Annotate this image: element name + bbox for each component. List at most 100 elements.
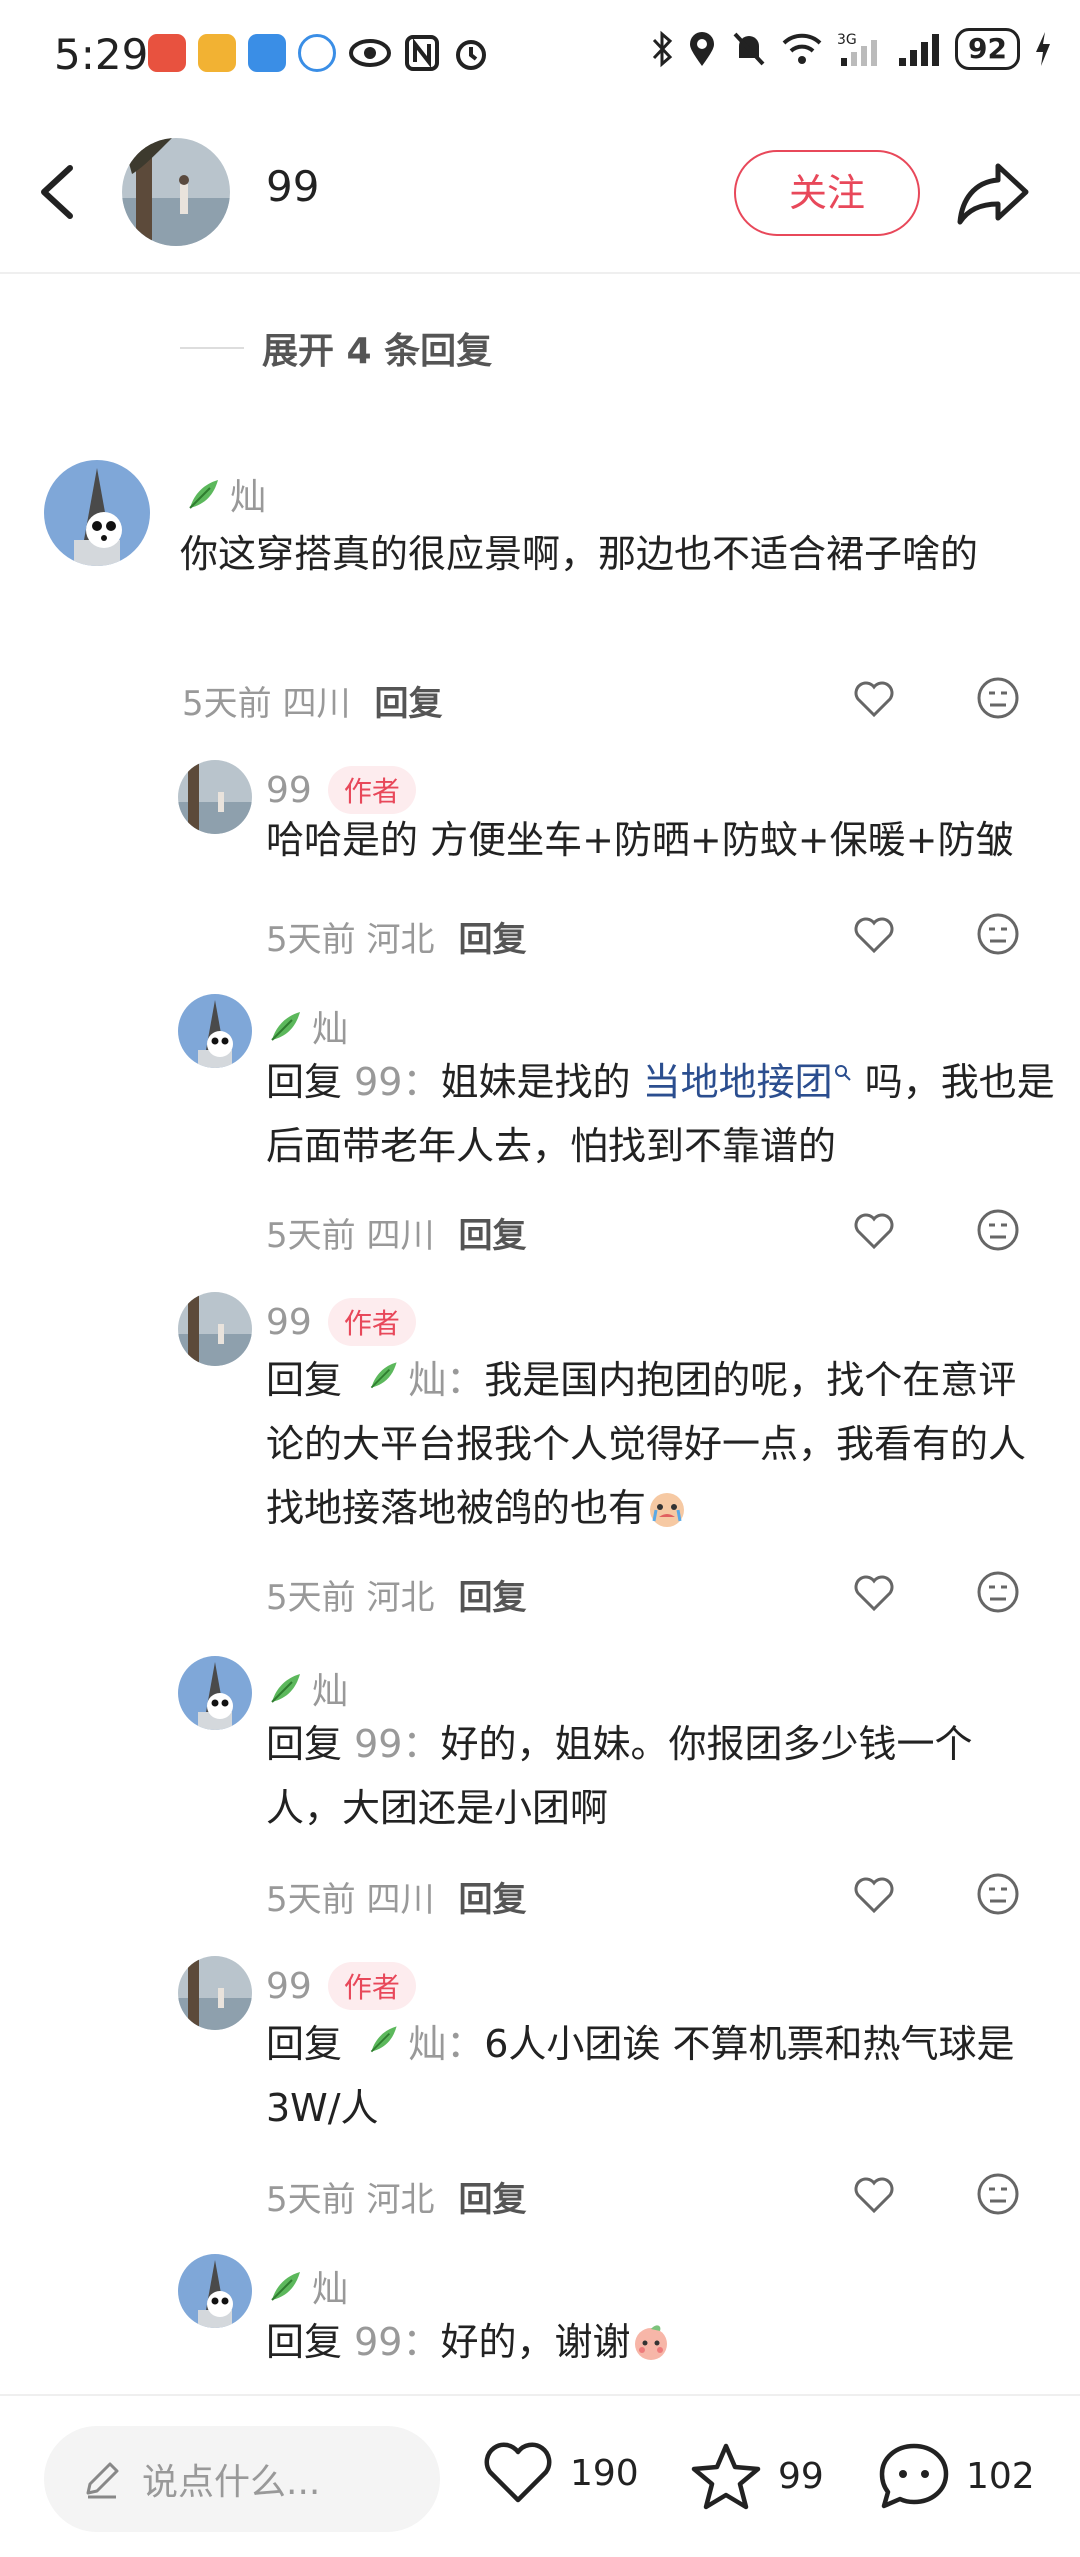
search-link[interactable]: 当地地接团: [643, 1060, 833, 1104]
replier-name-row[interactable]: 99 作者: [266, 766, 416, 814]
dislike-icon[interactable]: [976, 1872, 1020, 1916]
reply-location: 河北: [366, 920, 435, 960]
bottom-action-bar: 说点什么... 190 99 102: [0, 2394, 1080, 2557]
reply-time: 5天前: [266, 2180, 356, 2220]
follow-button[interactable]: 关注: [734, 150, 920, 236]
comment-text[interactable]: 你这穿搭真的很应景啊，那边也不适合裙子啥的: [180, 522, 1020, 586]
replier-name: 灿: [312, 1009, 349, 1050]
pencil-icon: [86, 2462, 119, 2499]
reply-prefix: 回复: [266, 2022, 343, 2066]
leaf-icon: [366, 2021, 402, 2057]
mute-icon: [733, 32, 765, 66]
reply-location: 河北: [366, 2180, 435, 2220]
svg-text:3G: 3G: [837, 32, 857, 48]
reply-target[interactable]: 灿：: [408, 1358, 484, 1402]
comment-meta: 5天前 四川 回复: [182, 676, 442, 725]
comment-placeholder: 说点什么...: [142, 2462, 321, 2503]
reply-button[interactable]: 回复: [458, 2172, 526, 2221]
author-badge: 作者: [327, 766, 416, 814]
reply-button[interactable]: 回复: [458, 912, 526, 961]
reply-time: 5天前: [266, 1880, 356, 1920]
expand-replies-label: 展开 4 条回复: [262, 331, 493, 372]
reply-location: 河北: [366, 1578, 435, 1618]
reply-text[interactable]: 回复 灿：6人小团诶 不算机票和热气球是3W/人: [266, 2012, 1046, 2140]
reply-meta: 5天前 四川 回复: [266, 1872, 526, 1921]
app-notification-icon: [148, 34, 186, 72]
notification-icons: [148, 34, 490, 72]
replier-avatar[interactable]: [178, 1956, 252, 2030]
comment-stat[interactable]: 102: [876, 2440, 1035, 2512]
reply-button[interactable]: 回复: [374, 676, 442, 725]
dislike-icon[interactable]: [976, 1208, 1020, 1252]
commenter-avatar[interactable]: [44, 460, 150, 566]
dislike-icon[interactable]: [976, 2172, 1020, 2216]
replier-avatar[interactable]: [178, 1292, 252, 1366]
replier-name: 99: [266, 769, 312, 811]
search-icon[interactable]: [833, 1063, 853, 1083]
share-icon[interactable]: [956, 160, 1030, 226]
like-icon[interactable]: [852, 2174, 896, 2214]
replier-name-row[interactable]: 99 作者: [266, 1962, 416, 2010]
weibo-icon: [198, 34, 236, 72]
replier-name-row[interactable]: 灿: [266, 1000, 348, 1052]
reply-location: 四川: [366, 1880, 435, 1920]
system-status: 3G 92: [651, 28, 1052, 70]
reply-location: 四川: [366, 1216, 435, 1256]
reply-target[interactable]: 99：: [354, 2320, 440, 2364]
expand-replies-button[interactable]: 展开 4 条回复: [180, 322, 492, 374]
reply-prefix: 回复: [266, 1060, 343, 1104]
reply-prefix: 回复: [266, 2320, 343, 2364]
status-bar: 5:29 3G 92: [0, 0, 1080, 110]
dislike-icon[interactable]: [976, 676, 1020, 720]
dislike-icon[interactable]: [976, 1570, 1020, 1614]
like-stat[interactable]: 190: [480, 2440, 639, 2506]
replier-avatar[interactable]: [178, 994, 252, 1068]
reply-text[interactable]: 回复 99：姐妹是找的 当地地接团 吗，我也是后面带老年人去，怕找到不靠谱的: [266, 1050, 1056, 1178]
reply-text[interactable]: 哈哈是的 方便坐车+防晒+防蚊+保暖+防皱: [266, 808, 1046, 872]
reply-text[interactable]: 回复 99：好的，谢谢: [266, 2310, 1046, 2374]
replier-name: 灿: [312, 1671, 349, 1712]
reply-target[interactable]: 灿：: [408, 2022, 484, 2066]
like-icon[interactable]: [852, 678, 896, 718]
reply-target[interactable]: 99：: [354, 1722, 440, 1766]
divider: [180, 347, 244, 349]
wifi-icon: [782, 33, 822, 64]
back-icon[interactable]: [30, 160, 90, 224]
reply-meta: 5天前 河北 回复: [266, 1570, 526, 1619]
dislike-icon[interactable]: [976, 912, 1020, 956]
bluetooth-icon: [652, 30, 673, 68]
replier-avatar[interactable]: [178, 2254, 252, 2328]
like-icon[interactable]: [852, 1210, 896, 1250]
replier-name-row[interactable]: 99 作者: [266, 1298, 416, 1346]
eye-icon: [349, 39, 391, 67]
favorite-stat[interactable]: 99: [688, 2440, 824, 2512]
peach-emoji-icon: [635, 2325, 668, 2360]
author-name[interactable]: 99: [266, 162, 319, 211]
author-badge: 作者: [327, 1962, 416, 2010]
comment-input[interactable]: 说点什么...: [44, 2426, 440, 2532]
reply-button[interactable]: 回复: [458, 1872, 526, 1921]
replier-avatar[interactable]: [178, 1656, 252, 1730]
alarm-icon: [456, 40, 486, 70]
reply-target[interactable]: 99：: [354, 1060, 440, 1104]
chat-notification-icon: [298, 34, 336, 72]
reply-text[interactable]: 回复 灿：我是国内抱团的呢，找个在意评论的大平台报我个人觉得好一点，我看有的人找…: [266, 1348, 1046, 1540]
leaf-icon: [266, 2266, 306, 2306]
replier-name-row[interactable]: 灿: [266, 1662, 348, 1714]
replier-name: 99: [266, 1965, 312, 2007]
location-icon: [690, 32, 715, 66]
like-icon[interactable]: [852, 1572, 896, 1612]
commenter-name: 灿: [230, 477, 267, 518]
author-avatar[interactable]: [122, 138, 230, 246]
heart-icon: [484, 2442, 552, 2503]
reply-button[interactable]: 回复: [458, 1208, 526, 1257]
reply-prefix: 回复: [266, 1722, 343, 1766]
like-icon[interactable]: [852, 1874, 896, 1914]
replier-name-row[interactable]: 灿: [266, 2260, 348, 2312]
reply-button[interactable]: 回复: [458, 1570, 526, 1619]
like-icon[interactable]: [852, 914, 896, 954]
reply-text[interactable]: 回复 99：好的，姐妹。你报团多少钱一个人，大团还是小团啊: [266, 1712, 1046, 1840]
commenter-name-row[interactable]: 灿: [184, 468, 266, 520]
crying-emoji-icon: [650, 1493, 685, 1527]
replier-avatar[interactable]: [178, 760, 252, 834]
